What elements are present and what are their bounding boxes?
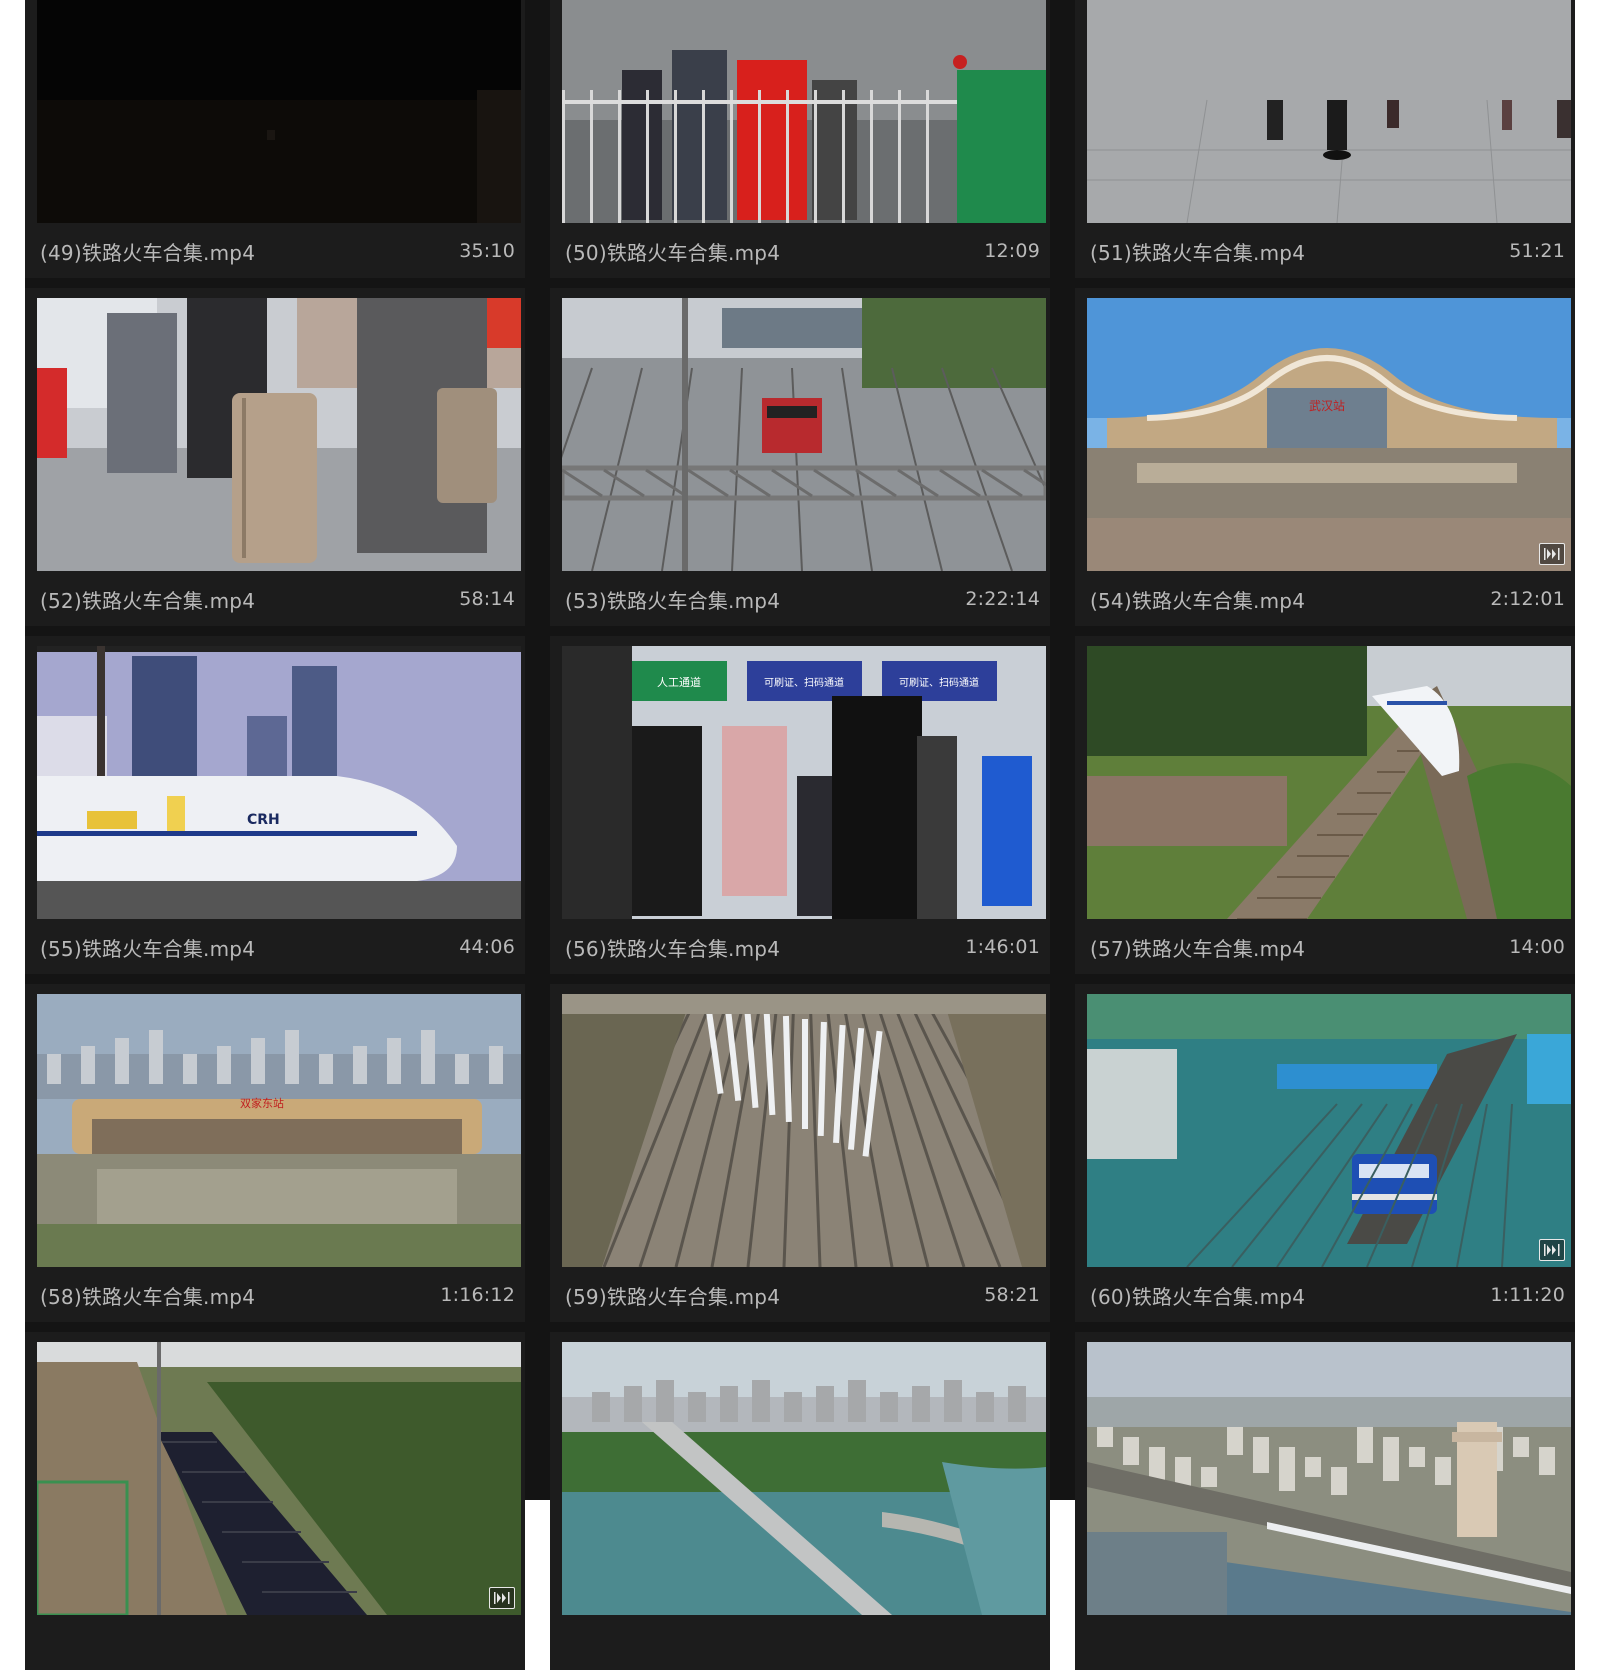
video-card[interactable]: (52)铁路火车合集.mp4 58:14 bbox=[25, 288, 525, 626]
video-thumbnail[interactable] bbox=[37, 0, 521, 223]
video-caption: (54)铁路火车合集.mp4 2:12:01 bbox=[1090, 583, 1565, 615]
svg-text:可刷证、扫码通道: 可刷证、扫码通道 bbox=[899, 676, 979, 689]
video-card[interactable]: (59)铁路火车合集.mp4 58:21 bbox=[550, 984, 1050, 1322]
video-card[interactable] bbox=[1075, 1332, 1575, 1670]
video-duration: 2:12:01 bbox=[1490, 588, 1565, 610]
video-duration: 58:14 bbox=[459, 588, 515, 610]
video-card[interactable] bbox=[25, 1332, 525, 1670]
video-thumbnail[interactable]: 人工通道 可刷证、扫码通道 可刷证、扫码通道 bbox=[562, 646, 1046, 919]
video-caption: (59)铁路火车合集.mp4 58:21 bbox=[565, 1279, 1040, 1311]
video-grid: (49)铁路火车合集.mp4 35:10 (50)铁路火车合集.mp4 12:09 … bbox=[25, 0, 1575, 1670]
video-card[interactable]: 双家东站 (58)铁路火车合集.mp4 1:16:12 bbox=[25, 984, 525, 1322]
video-duration: 44:06 bbox=[459, 936, 515, 958]
video-thumbnail[interactable] bbox=[1087, 0, 1571, 223]
video-card[interactable]: (53)铁路火车合集.mp4 2:22:14 bbox=[550, 288, 1050, 626]
video-title[interactable]: (59)铁路火车合集.mp4 bbox=[565, 1281, 780, 1310]
video-duration: 35:10 bbox=[459, 240, 515, 262]
video-thumbnail[interactable] bbox=[562, 298, 1046, 571]
video-caption: (56)铁路火车合集.mp4 1:46:01 bbox=[565, 931, 1040, 963]
video-caption bbox=[565, 1627, 1040, 1659]
video-thumbnail[interactable] bbox=[1087, 1342, 1571, 1615]
video-card[interactable]: (57)铁路火车合集.mp4 14:00 bbox=[1075, 636, 1575, 974]
svg-text:CRH: CRH bbox=[247, 812, 280, 828]
video-title[interactable]: (56)铁路火车合集.mp4 bbox=[565, 933, 780, 962]
video-title[interactable]: (55)铁路火车合集.mp4 bbox=[40, 933, 255, 962]
video-caption bbox=[40, 1627, 515, 1659]
video-caption bbox=[1090, 1627, 1565, 1659]
video-caption: (50)铁路火车合集.mp4 12:09 bbox=[565, 235, 1040, 267]
video-card[interactable]: (60)铁路火车合集.mp4 1:11:20 bbox=[1075, 984, 1575, 1322]
video-duration: 1:16:12 bbox=[440, 1284, 515, 1306]
video-title[interactable]: (52)铁路火车合集.mp4 bbox=[40, 585, 255, 614]
video-caption: (53)铁路火车合集.mp4 2:22:14 bbox=[565, 583, 1040, 615]
video-title[interactable]: (54)铁路火车合集.mp4 bbox=[1090, 585, 1305, 614]
video-caption: (55)铁路火车合集.mp4 44:06 bbox=[40, 931, 515, 963]
video-thumbnail[interactable] bbox=[37, 1342, 521, 1615]
video-card[interactable] bbox=[550, 1332, 1050, 1670]
video-duration: 12:09 bbox=[984, 240, 1040, 262]
video-card[interactable]: (49)铁路火车合集.mp4 35:10 bbox=[25, 0, 525, 278]
video-thumbnail[interactable] bbox=[1087, 994, 1571, 1267]
video-title[interactable]: (50)铁路火车合集.mp4 bbox=[565, 237, 780, 266]
video-title[interactable]: (49)铁路火车合集.mp4 bbox=[40, 237, 255, 266]
svg-text:武汉站: 武汉站 bbox=[1309, 399, 1345, 413]
video-caption: (60)铁路火车合集.mp4 1:11:20 bbox=[1090, 1279, 1565, 1311]
video-thumbnail[interactable] bbox=[37, 298, 521, 571]
video-caption: (57)铁路火车合集.mp4 14:00 bbox=[1090, 931, 1565, 963]
video-card[interactable]: 武汉站 (54)铁路火车合集.mp4 2:12:01 bbox=[1075, 288, 1575, 626]
video-title[interactable]: (60)铁路火车合集.mp4 bbox=[1090, 1281, 1305, 1310]
video-thumbnail[interactable] bbox=[1087, 646, 1571, 919]
video-duration: 51:21 bbox=[1509, 240, 1565, 262]
svg-text:人工通道: 人工通道 bbox=[657, 675, 701, 689]
video-duration: 1:11:20 bbox=[1490, 1284, 1565, 1306]
video-card[interactable]: (51)铁路火车合集.mp4 51:21 bbox=[1075, 0, 1575, 278]
video-card[interactable]: CRH (55)铁路火车合集.mp4 44:06 bbox=[25, 636, 525, 974]
video-thumbnail[interactable]: 武汉站 bbox=[1087, 298, 1571, 571]
video-thumbnail[interactable] bbox=[562, 1342, 1046, 1615]
video-card[interactable]: 人工通道 可刷证、扫码通道 可刷证、扫码通道 (56)铁路火车合集.mp4 1:4… bbox=[550, 636, 1050, 974]
video-thumbnail[interactable] bbox=[562, 0, 1046, 223]
video-thumbnail[interactable] bbox=[562, 994, 1046, 1267]
video-thumbnail[interactable]: CRH bbox=[37, 646, 521, 919]
video-duration: 58:21 bbox=[984, 1284, 1040, 1306]
video-title[interactable]: (57)铁路火车合集.mp4 bbox=[1090, 933, 1305, 962]
fast-forward-icon bbox=[1539, 1239, 1565, 1261]
fast-forward-icon bbox=[489, 1587, 515, 1609]
fast-forward-icon bbox=[1539, 543, 1565, 565]
video-title[interactable]: (53)铁路火车合集.mp4 bbox=[565, 585, 780, 614]
svg-text:可刷证、扫码通道: 可刷证、扫码通道 bbox=[764, 676, 844, 689]
video-duration: 2:22:14 bbox=[965, 588, 1040, 610]
video-caption: (51)铁路火车合集.mp4 51:21 bbox=[1090, 235, 1565, 267]
video-grid-panel: (49)铁路火车合集.mp4 35:10 (50)铁路火车合集.mp4 12:09 … bbox=[25, 0, 1575, 1670]
video-caption: (58)铁路火车合集.mp4 1:16:12 bbox=[40, 1279, 515, 1311]
video-title[interactable]: (58)铁路火车合集.mp4 bbox=[40, 1281, 255, 1310]
video-card[interactable]: (50)铁路火车合集.mp4 12:09 bbox=[550, 0, 1050, 278]
video-thumbnail[interactable]: 双家东站 bbox=[37, 994, 521, 1267]
video-duration: 1:46:01 bbox=[965, 936, 1040, 958]
video-title[interactable]: (51)铁路火车合集.mp4 bbox=[1090, 237, 1305, 266]
video-caption: (49)铁路火车合集.mp4 35:10 bbox=[40, 235, 515, 267]
video-caption: (52)铁路火车合集.mp4 58:14 bbox=[40, 583, 515, 615]
video-duration: 14:00 bbox=[1509, 936, 1565, 958]
svg-text:双家东站: 双家东站 bbox=[240, 1096, 284, 1110]
